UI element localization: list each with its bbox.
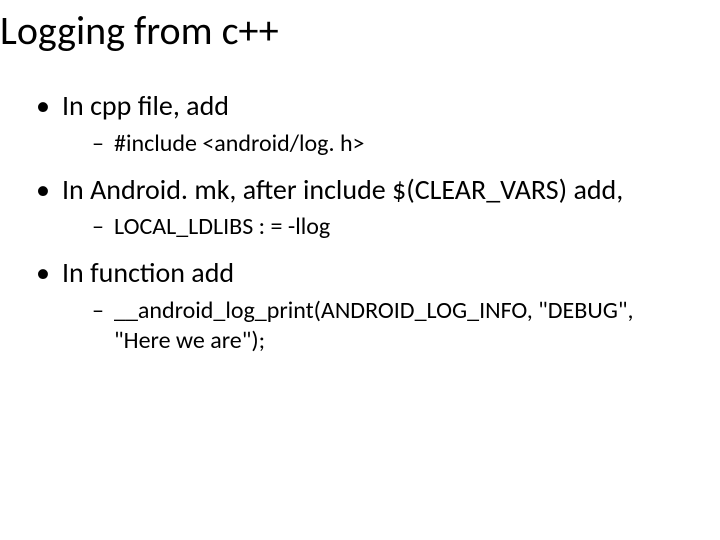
bullet-item: In cpp file, add #include <android/log. … [36, 89, 680, 159]
sub-list: __android_log_print(ANDROID_LOG_INFO, "D… [62, 296, 680, 356]
bullet-text: In cpp file, add [62, 88, 229, 123]
bullet-item: In function add __android_log_print(ANDR… [36, 256, 680, 356]
slide-title: Logging from c++ [0, 6, 720, 55]
bullet-item: In Android. mk, after include $(CLEAR_VA… [36, 173, 680, 243]
slide: Logging from c++ In cpp file, add #inclu… [0, 0, 720, 540]
bullet-list: In cpp file, add #include <android/log. … [0, 89, 720, 356]
bullet-text: In Android. mk, after include $(CLEAR_VA… [62, 172, 623, 207]
sub-list: LOCAL_LDLIBS : = -llog [62, 212, 680, 242]
sub-list: #include <android/log. h> [62, 129, 680, 159]
sub-item: #include <android/log. h> [92, 129, 680, 159]
sub-text: __android_log_print(ANDROID_LOG_INFO, "D… [114, 296, 633, 355]
sub-text: #include <android/log. h> [114, 129, 365, 158]
bullet-text: In function add [62, 255, 234, 290]
sub-item: LOCAL_LDLIBS : = -llog [92, 212, 680, 242]
sub-text: LOCAL_LDLIBS : = -llog [114, 212, 330, 241]
sub-item: __android_log_print(ANDROID_LOG_INFO, "D… [92, 296, 680, 356]
